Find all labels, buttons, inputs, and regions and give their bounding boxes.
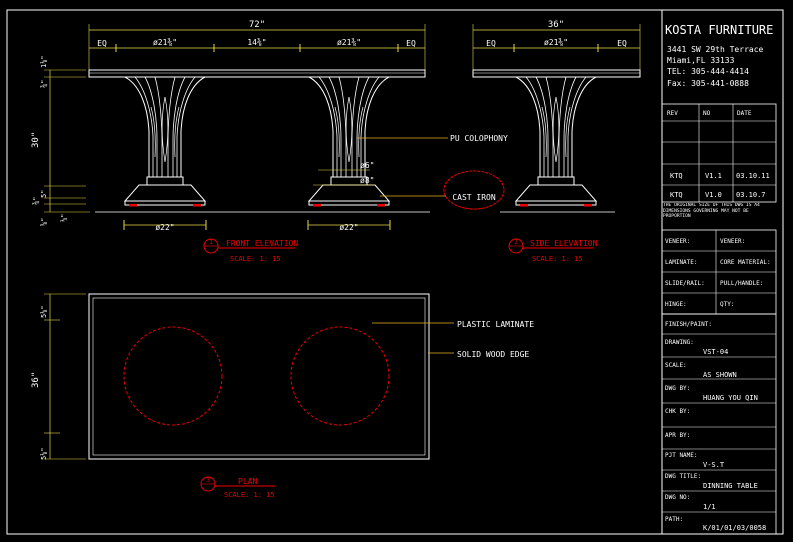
- dwg-title-value: DINNING TABLE: [703, 482, 758, 490]
- qty-label: QTY:: [720, 301, 734, 308]
- pull-label: PULL/HANDLE:: [720, 280, 763, 287]
- drawing-no-label: DRAWING:: [665, 339, 694, 346]
- side-seg-eq-left: EQ: [486, 39, 496, 48]
- rev-row1-date: 03.10.11: [736, 172, 770, 180]
- plan-dim-depth: 36": [31, 372, 41, 388]
- side-seg-leg: ø21⅜": [544, 38, 568, 47]
- front-dim-height: 30": [31, 132, 41, 148]
- front-dim-top-thk: 1⅛": [39, 55, 48, 68]
- front-dim-base-b: ¾": [32, 197, 40, 205]
- front-seg-leg-right: ø21⅜": [337, 38, 361, 47]
- plan-inner-edge: [92, 297, 426, 456]
- title-block: KOSTA FURNITURE 3441 SW 29th Terrace Mia…: [661, 10, 777, 535]
- front-elevation: 72" EQ ø21⅜" 14⅜" ø21⅜" EQ 1⅛" ¾" 30" 5"…: [31, 20, 508, 263]
- front-seg-mid: 14⅜": [247, 38, 266, 47]
- plan-title-num: 3: [206, 477, 210, 484]
- cad-drawing: 72" EQ ø21⅜" 14⅜" ø21⅜" EQ 1⅛" ¾" 30" 5"…: [6, 9, 784, 535]
- slide-label: SLIDE/RAIL:: [665, 280, 705, 287]
- apr-by-label: APR BY:: [665, 432, 690, 439]
- plan-dim-top: 5⅛": [39, 305, 48, 318]
- label-pu-colophony: PU COLOPHONY: [450, 134, 508, 143]
- front-seg-eq-left: EQ: [97, 39, 107, 48]
- front-dim-apron: ¾": [40, 80, 48, 88]
- dwg-title-label: DWG TITLE:: [665, 473, 701, 480]
- finish-label: FINISH/PAINT:: [665, 321, 712, 328]
- front-seg-leg-left: ø21⅜": [153, 38, 177, 47]
- side-seg-eq-right: EQ: [617, 39, 627, 48]
- chk-by-label: CHK BY:: [665, 408, 690, 415]
- plan-view: 5⅛" 36" 5⅛" PLASTIC LAMINATE SOLID WOOD …: [31, 293, 534, 499]
- scale-label: SCALE:: [665, 362, 687, 369]
- dwg-notice: THE ORIGINAL SIZE OF THIS DWG IS A4 DIME…: [663, 203, 760, 219]
- front-title-num: 1: [209, 239, 213, 246]
- front-pedestal-right: [308, 76, 390, 207]
- path-label: PATH:: [665, 516, 683, 523]
- rev-row1-no: V1.1: [705, 172, 722, 180]
- side-scale: SCALE: 1: 15: [532, 255, 583, 263]
- company-address1: 3441 SW 29th Terrace: [667, 45, 764, 54]
- front-table-top: [88, 69, 426, 78]
- side-title-num: 2: [514, 239, 518, 246]
- side-table-top: [472, 69, 641, 78]
- plan-dim-bottom: 5⅛": [39, 447, 48, 460]
- pjt-name-value: V-S.T: [703, 461, 725, 469]
- front-dim-base-d: ⅓": [59, 214, 68, 222]
- rev-row1-by: KTQ: [670, 172, 683, 180]
- side-title: SIDE ELEVATION: [530, 239, 598, 248]
- front-title: FRONT ELEVATION: [226, 239, 298, 248]
- path-value: K/01/01/03/0058: [703, 524, 766, 532]
- cast-iron-cloud: [443, 170, 505, 210]
- scale-value: AS SHOWN: [703, 371, 737, 379]
- laminate-label: LAMINATE:: [665, 259, 698, 266]
- front-dim-base-c: ⅝": [40, 218, 48, 226]
- rev-header-rev: REV: [667, 110, 678, 117]
- dwg-no-label: DWG NO:: [665, 494, 690, 501]
- label-plastic-laminate: PLASTIC LAMINATE: [457, 320, 534, 329]
- front-dim-base-a: 5": [40, 190, 48, 198]
- front-base-left: ø22": [155, 223, 174, 232]
- plan-scale: SCALE: 1: 15: [224, 491, 275, 499]
- veneer1-label: VENEER:: [665, 238, 690, 245]
- rev-row2-by: KTQ: [670, 191, 683, 199]
- plan-outer-edge: [88, 293, 430, 460]
- veneer2-label: VENEER:: [720, 238, 745, 245]
- dwg-no-value: 1/1: [703, 503, 716, 511]
- label-solid-wood-edge: SOLID WOOD EDGE: [457, 350, 529, 359]
- dwg-by-label: DWG BY:: [665, 385, 690, 392]
- front-scale: SCALE: 1: 15: [230, 255, 281, 263]
- front-overall-width: 72": [249, 20, 265, 30]
- pjt-name-label: PJT NAME:: [665, 452, 698, 459]
- rev-header-date: DATE: [737, 110, 752, 117]
- label-cast-iron: CAST IRON: [452, 193, 496, 202]
- front-pedestal-left: [124, 76, 206, 207]
- rev-row2-date: 03.10.7: [736, 191, 766, 199]
- drawing-no-value: VST-04: [703, 348, 728, 356]
- hinge-label: HINGE:: [665, 301, 687, 308]
- company-tel: TEL: 305-444-4414: [667, 67, 749, 76]
- plan-title: PLAN: [238, 477, 257, 486]
- rev-header-no: NO: [703, 110, 711, 117]
- plan-pedestal-left: [123, 326, 223, 426]
- company-fax: Fax: 305-441-0888: [667, 79, 749, 88]
- company-name: KOSTA FURNITURE: [665, 23, 773, 37]
- rev-row2-no: V1.0: [705, 191, 722, 199]
- side-overall-width: 36": [548, 20, 564, 30]
- dwg-by-value: HUANG YOU QIN: [703, 394, 758, 402]
- side-pedestal: [515, 76, 597, 207]
- plan-pedestal-right: [290, 326, 390, 426]
- core-label: CORE MATERIAL:: [720, 259, 771, 266]
- front-seg-eq-right: EQ: [406, 39, 416, 48]
- front-dim-col-6: ø6": [360, 161, 374, 170]
- front-dim-col-8: ø8": [360, 176, 374, 185]
- company-address2: Miami,FL 33133: [667, 56, 735, 65]
- front-base-right: ø22": [339, 223, 358, 232]
